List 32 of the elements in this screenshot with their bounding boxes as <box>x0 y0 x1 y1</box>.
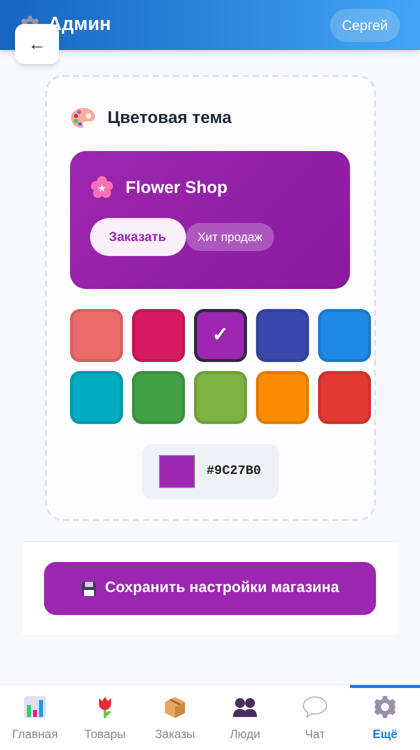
nav-tab[interactable]: Товары <box>70 685 140 750</box>
save-button[interactable]: Сохранить настройки магазина <box>44 562 376 615</box>
box-icon <box>163 695 187 719</box>
color-swatch[interactable] <box>256 308 310 362</box>
nav-tab[interactable]: Главная <box>0 685 70 750</box>
checkmark-icon: ✓ <box>212 320 229 350</box>
section-title: Цветовая тема <box>108 107 232 129</box>
speech-bubble-icon <box>302 695 328 719</box>
color-swatch[interactable] <box>132 370 185 424</box>
hex-value: #9C27B0 <box>206 462 262 480</box>
flower-icon <box>90 175 114 200</box>
shop-name: Flower Shop <box>126 176 228 198</box>
color-swatch[interactable] <box>318 370 372 424</box>
bar-chart-icon <box>23 695 47 719</box>
color-swatch[interactable] <box>194 370 247 424</box>
settings-icon <box>373 695 397 719</box>
bestseller-badge: Хит продаж <box>186 223 274 251</box>
color-swatch[interactable] <box>256 370 310 424</box>
nav-tab[interactable]: Чат <box>280 685 350 750</box>
color-swatch[interactable]: ✓ <box>194 308 247 362</box>
people-icon <box>232 695 258 719</box>
color-swatch[interactable] <box>132 308 185 362</box>
palette-icon <box>70 106 96 130</box>
hex-color-field[interactable]: #9C27B0 <box>142 444 278 498</box>
color-swatch[interactable] <box>318 308 372 362</box>
order-button[interactable]: Заказать <box>90 218 186 256</box>
nav-tab[interactable]: Заказы <box>140 685 210 750</box>
color-swatch[interactable] <box>70 370 122 424</box>
nav-tab[interactable]: Люди <box>210 685 280 750</box>
user-button[interactable]: Сергей <box>330 8 400 42</box>
nav-tab[interactable]: Ещё <box>350 685 420 750</box>
color-swatch[interactable] <box>70 308 122 362</box>
